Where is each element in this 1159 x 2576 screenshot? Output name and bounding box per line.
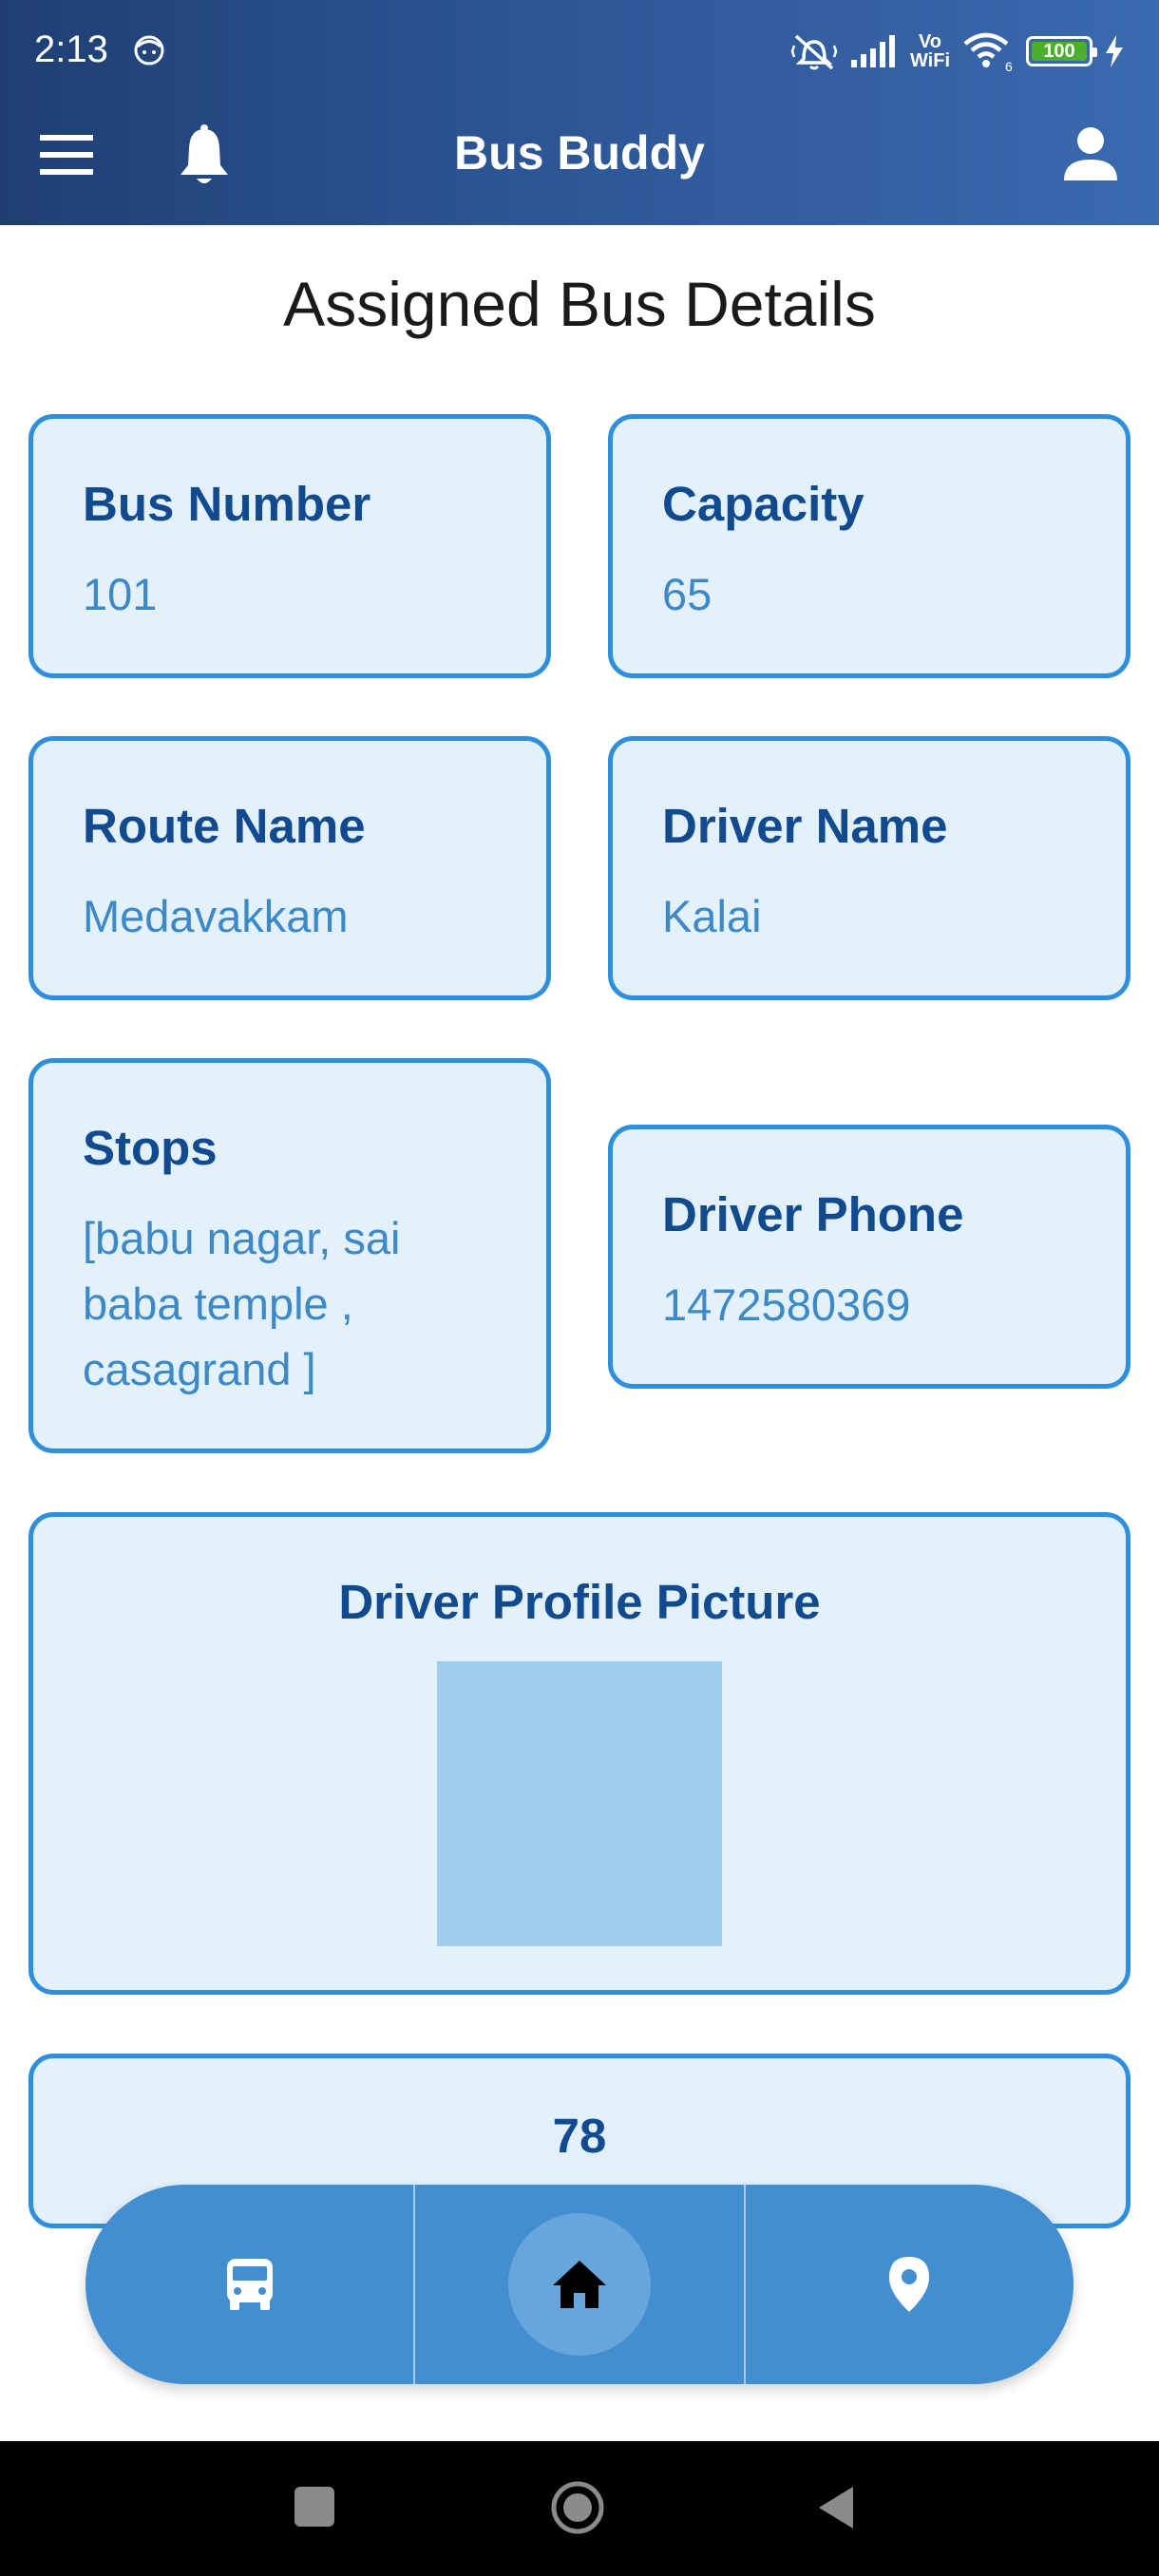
- vibrate-off-icon: [790, 34, 838, 70]
- location-pin-icon: [889, 2257, 930, 2312]
- stops-label: Stops: [83, 1121, 218, 1175]
- route-name-card: Route Name Medavakkam: [28, 736, 551, 1000]
- driver-name-card: Driver Name Kalai: [608, 736, 1130, 1000]
- home-active-indicator: [507, 2213, 651, 2356]
- home-icon: [552, 2261, 606, 2308]
- status-time: 2:13: [34, 28, 108, 70]
- capacity-label: Capacity: [662, 477, 864, 531]
- bus-number-label: Bus Number: [83, 477, 371, 531]
- app-title: Bus Buddy: [454, 126, 705, 180]
- driver-phone-value: 1472580369: [662, 1279, 911, 1330]
- driver-name-label: Driver Name: [662, 799, 948, 853]
- notification-face-icon: [134, 35, 164, 66]
- page-title: Assigned Bus Details: [283, 269, 876, 339]
- driver-profile-image: [437, 1661, 722, 1946]
- nav-location[interactable]: [743, 2185, 1074, 2384]
- stops-card: Stops [babu nagar, sai baba temple , cas…: [28, 1058, 551, 1453]
- route-name-label: Route Name: [83, 799, 366, 853]
- vowifi-indicator: Vo WiFi: [909, 31, 950, 71]
- extra-number-value: 78: [552, 2109, 607, 2163]
- bus-icon: [226, 2259, 273, 2310]
- svg-text:6: 6: [1005, 59, 1013, 72]
- signal-icon: [850, 35, 895, 67]
- wifi-icon: 6: [963, 32, 1013, 72]
- capacity-value: 65: [662, 569, 712, 619]
- driver-picture-label: Driver Profile Picture: [338, 1575, 821, 1629]
- driver-phone-label: Driver Phone: [662, 1187, 964, 1241]
- battery-indicator: 100: [1026, 36, 1097, 66]
- back-triangle-icon[interactable]: [815, 2483, 857, 2532]
- recents-square-icon[interactable]: [293, 2485, 336, 2529]
- nav-home[interactable]: [413, 2185, 743, 2384]
- status-icons: Vo WiFi 6 100: [790, 30, 1125, 72]
- home-circle-icon[interactable]: [549, 2479, 606, 2536]
- app-header: 2:13 Vo WiFi 6 100 Bus Buddy: [0, 0, 1159, 225]
- capacity-card: Capacity 65: [608, 414, 1130, 678]
- route-name-value: Medavakkam: [83, 891, 349, 941]
- nav-bus[interactable]: [86, 2185, 413, 2384]
- driver-name-value: Kalai: [662, 891, 762, 941]
- driver-phone-card: Driver Phone 1472580369: [608, 1125, 1130, 1389]
- stops-value: [babu nagar, sai baba temple , casagrand…: [83, 1213, 401, 1394]
- driver-picture-card: Driver Profile Picture: [28, 1512, 1130, 1995]
- bottom-navigation: [86, 2185, 1074, 2384]
- bus-number-card: Bus Number 101: [28, 414, 551, 678]
- system-navigation-bar: [0, 2441, 1159, 2576]
- bus-number-value: 101: [83, 569, 158, 619]
- charging-bolt-icon: [1106, 35, 1123, 67]
- person-icon[interactable]: [1056, 125, 1125, 186]
